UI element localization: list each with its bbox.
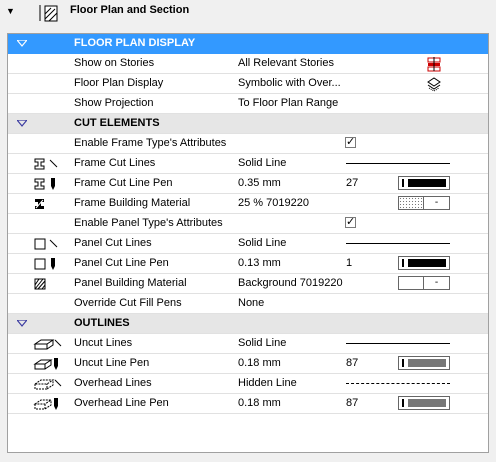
line-type-preview bbox=[346, 383, 450, 384]
uncut-pen-weight: 0.18 mm bbox=[238, 357, 281, 369]
frame-material-value[interactable]: 25 % 7019220 bbox=[238, 197, 309, 209]
row-enable-panel-attributes[interactable]: Enable Panel Type's Attributes ✓ bbox=[8, 214, 488, 234]
row-label: Frame Cut Line Pen bbox=[74, 177, 173, 189]
collapse-arrow-icon[interactable]: ▼ bbox=[6, 6, 15, 16]
row-label: Override Cut Fill Pens bbox=[74, 297, 182, 309]
row-label: Uncut Line Pen bbox=[74, 357, 150, 369]
panel-cut-line-pen-icon bbox=[33, 256, 63, 272]
line-type-preview bbox=[346, 243, 450, 244]
section-collapse-icon[interactable] bbox=[17, 120, 27, 127]
section-title: OUTLINES bbox=[74, 317, 130, 329]
enable-panel-checkbox[interactable]: ✓ bbox=[345, 216, 356, 228]
row-label: Enable Frame Type's Attributes bbox=[74, 137, 227, 149]
panel-pen-number: 1 bbox=[346, 257, 353, 269]
panel-title: Floor Plan and Section bbox=[70, 4, 190, 16]
stories-icon[interactable] bbox=[426, 56, 446, 72]
overhead-pen-weight: 0.18 mm bbox=[238, 397, 281, 409]
row-label: Panel Cut Lines bbox=[74, 237, 152, 249]
panel-cut-lines-icon bbox=[33, 236, 63, 252]
show-projection-value[interactable]: To Floor Plan Range bbox=[238, 97, 338, 109]
floor-plan-section-icon bbox=[39, 4, 61, 25]
floor-plan-display-icon[interactable] bbox=[426, 76, 446, 92]
overhead-lines-icon bbox=[33, 376, 63, 392]
row-panel-cut-lines[interactable]: Panel Cut Lines Solid Line bbox=[8, 234, 488, 254]
row-label: Overhead Lines bbox=[74, 377, 152, 389]
checkmark-icon: ✓ bbox=[346, 136, 356, 148]
row-override-cut-fill[interactable]: Override Cut Fill Pens None bbox=[8, 294, 488, 314]
panel-header[interactable]: ▼ Floor Plan and Section bbox=[0, 0, 496, 28]
row-label: Panel Building Material bbox=[74, 277, 187, 289]
checkmark-icon: ✓ bbox=[346, 216, 356, 228]
row-label: Overhead Line Pen bbox=[74, 397, 169, 409]
panel-cut-lines-value[interactable]: Solid Line bbox=[238, 237, 286, 249]
overhead-lines-value[interactable]: Hidden Line bbox=[238, 377, 297, 389]
floor-plan-display-value[interactable]: Symbolic with Over... bbox=[238, 77, 341, 89]
section-title: FLOOR PLAN DISPLAY bbox=[74, 37, 196, 49]
show-on-stories-value[interactable]: All Relevant Stories bbox=[238, 57, 334, 69]
frame-pen-picker[interactable] bbox=[398, 176, 450, 190]
enable-frame-checkbox[interactable]: ✓ bbox=[345, 136, 356, 148]
row-label: Frame Cut Lines bbox=[74, 157, 156, 169]
settings-panel: FLOOR PLAN DISPLAY Show on Stories All R… bbox=[7, 33, 489, 453]
row-label: Show on Stories bbox=[74, 57, 155, 69]
row-frame-building-material[interactable]: Frame Building Material 25 % 7019220 - bbox=[8, 194, 488, 214]
section-floor-plan-display[interactable]: FLOOR PLAN DISPLAY bbox=[8, 34, 488, 54]
section-title: CUT ELEMENTS bbox=[74, 117, 160, 129]
section-outlines[interactable]: OUTLINES bbox=[8, 314, 488, 334]
row-enable-frame-attributes[interactable]: Enable Frame Type's Attributes ✓ bbox=[8, 134, 488, 154]
override-cut-fill-value[interactable]: None bbox=[238, 297, 264, 309]
row-overhead-line-pen[interactable]: Overhead Line Pen 0.18 mm 87 bbox=[8, 394, 488, 414]
frame-cut-lines-value[interactable]: Solid Line bbox=[238, 157, 286, 169]
row-panel-cut-line-pen[interactable]: Panel Cut Line Pen 0.13 mm 1 bbox=[8, 254, 488, 274]
frame-pen-number: 27 bbox=[346, 177, 359, 189]
row-frame-cut-lines[interactable]: Frame Cut Lines Solid Line bbox=[8, 154, 488, 174]
panel-material-icon bbox=[33, 276, 63, 292]
row-label: Panel Cut Line Pen bbox=[74, 257, 169, 269]
frame-cut-lines-icon bbox=[33, 156, 63, 172]
uncut-line-pen-icon bbox=[33, 356, 63, 372]
section-collapse-icon[interactable] bbox=[17, 320, 27, 327]
uncut-pen-picker[interactable] bbox=[398, 356, 450, 370]
panel-pen-weight: 0.13 mm bbox=[238, 257, 281, 269]
row-label: Frame Building Material bbox=[74, 197, 191, 209]
panel-material-swatch[interactable]: - bbox=[398, 276, 450, 290]
row-show-on-stories[interactable]: Show on Stories All Relevant Stories bbox=[8, 54, 488, 74]
row-frame-cut-line-pen[interactable]: Frame Cut Line Pen 0.35 mm 27 bbox=[8, 174, 488, 194]
row-label: Show Projection bbox=[74, 97, 154, 109]
uncut-lines-icon bbox=[33, 336, 63, 352]
uncut-lines-value[interactable]: Solid Line bbox=[238, 337, 286, 349]
overhead-pen-number: 87 bbox=[346, 397, 359, 409]
row-uncut-line-pen[interactable]: Uncut Line Pen 0.18 mm 87 bbox=[8, 354, 488, 374]
swatch-minus: - bbox=[423, 197, 449, 209]
line-type-preview bbox=[346, 163, 450, 164]
line-type-preview bbox=[346, 343, 450, 344]
frame-cut-line-pen-icon bbox=[33, 176, 63, 192]
row-label: Uncut Lines bbox=[74, 337, 133, 349]
section-collapse-icon[interactable] bbox=[17, 40, 27, 47]
frame-pen-weight: 0.35 mm bbox=[238, 177, 281, 189]
section-cut-elements[interactable]: CUT ELEMENTS bbox=[8, 114, 488, 134]
overhead-line-pen-icon bbox=[33, 396, 63, 412]
panel-pen-picker[interactable] bbox=[398, 256, 450, 270]
overhead-pen-picker[interactable] bbox=[398, 396, 450, 410]
row-show-projection[interactable]: Show Projection To Floor Plan Range bbox=[8, 94, 488, 114]
row-label: Enable Panel Type's Attributes bbox=[74, 217, 223, 229]
frame-material-swatch[interactable]: - bbox=[398, 196, 450, 210]
row-floor-plan-display[interactable]: Floor Plan Display Symbolic with Over... bbox=[8, 74, 488, 94]
row-panel-building-material[interactable]: Panel Building Material Background 70192… bbox=[8, 274, 488, 294]
row-overhead-lines[interactable]: Overhead Lines Hidden Line bbox=[8, 374, 488, 394]
panel-material-value[interactable]: Background 7019220 bbox=[238, 277, 343, 289]
swatch-minus: - bbox=[423, 277, 449, 289]
building-material-icon bbox=[33, 196, 63, 212]
uncut-pen-number: 87 bbox=[346, 357, 359, 369]
row-uncut-lines[interactable]: Uncut Lines Solid Line bbox=[8, 334, 488, 354]
row-label: Floor Plan Display bbox=[74, 77, 164, 89]
